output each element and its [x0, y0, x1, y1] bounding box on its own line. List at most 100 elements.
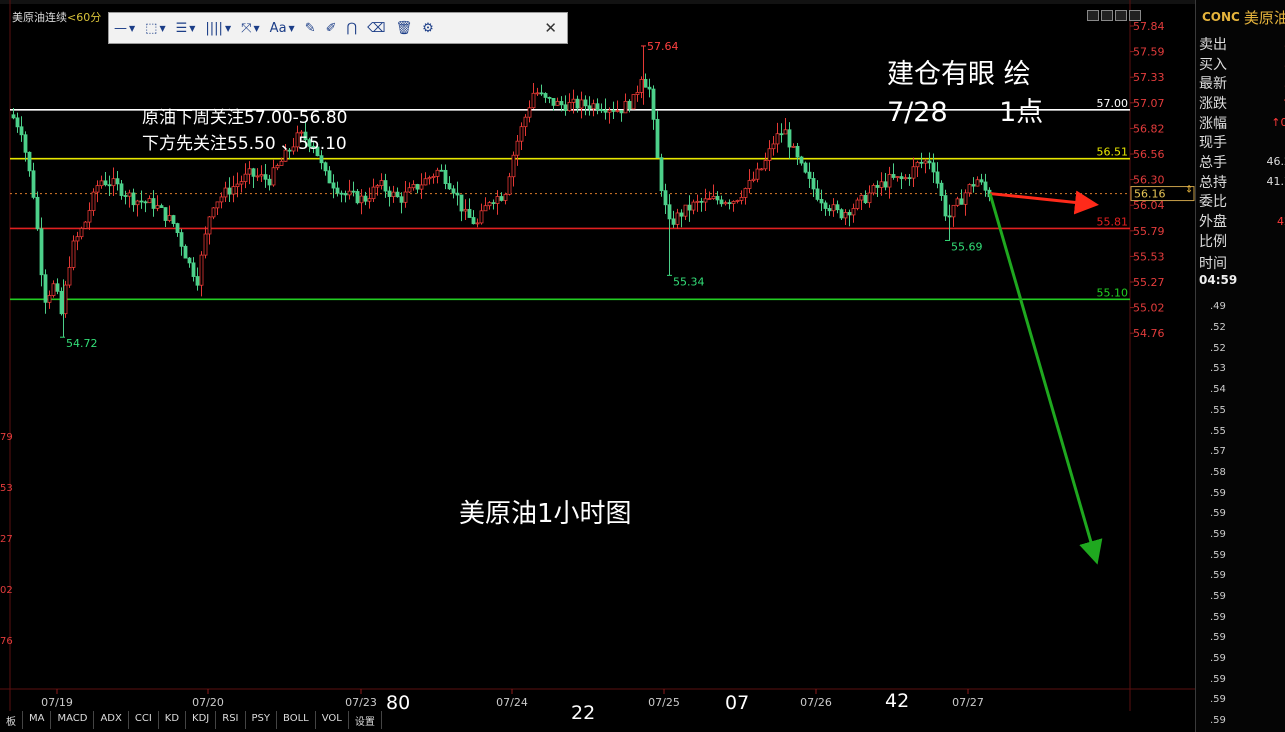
caret-down-icon: ▼ — [253, 23, 260, 33]
tick-list[interactable]: .49 .52 .52 .53 .54 .55 .55 .57 .58 .59 .59 .59 .59.… — [1196, 297, 1285, 732]
eraser-icon[interactable]: ⌫ — [362, 12, 390, 44]
candle-body — [775, 133, 780, 145]
price-axis-label: 56.04 — [1133, 199, 1165, 212]
tab-indicator[interactable]: PSY — [246, 711, 278, 729]
candle-body — [359, 195, 364, 204]
candle-body — [351, 190, 356, 193]
candle-body — [111, 178, 116, 187]
pencil-icon[interactable]: ✎ — [300, 12, 321, 44]
author-line2: 7/28 1点 — [887, 97, 1044, 128]
tick-row: .57 — [1210, 446, 1226, 458]
candle-body — [31, 170, 36, 198]
tab-indicator[interactable]: 板 — [0, 711, 23, 729]
tab-indicator[interactable]: ADX — [94, 711, 129, 729]
tick-row: .59 — [1210, 632, 1226, 644]
quote-fields: 卖出5买入5最新5涨跌↑ 涨幅 ↑0. 现手总手 46.2 总持 41.7 委比外盘 42 比例 — [1196, 34, 1285, 251]
tick-row: .59 — [1210, 591, 1226, 603]
quote-row-value: ↑0. — [1271, 116, 1285, 130]
candle-body — [239, 181, 244, 185]
candle-body — [487, 202, 492, 207]
candle-body — [15, 117, 20, 128]
candle-body — [763, 160, 768, 170]
candle-body — [323, 162, 328, 172]
candle-body — [635, 91, 640, 95]
pen-icon[interactable]: ✐ — [321, 12, 342, 44]
layout-icon[interactable] — [1087, 10, 1099, 21]
candle-body — [371, 186, 376, 200]
tick-row: .59 — [1210, 673, 1226, 685]
pattern-tool[interactable]: ⤧ ▼ — [236, 12, 265, 44]
candle-body — [839, 209, 844, 219]
price-axis-label: 55.02 — [1133, 302, 1165, 315]
maximize-icon[interactable] — [1101, 10, 1113, 21]
candle-body — [459, 194, 464, 212]
tab-indicator[interactable]: RSI — [216, 711, 246, 729]
restore-icon[interactable] — [1115, 10, 1127, 21]
candle-body — [75, 236, 80, 242]
candle-body — [335, 187, 340, 194]
close-icon[interactable]: ✕ — [534, 12, 567, 44]
period-label[interactable]: <60分 — [67, 11, 101, 24]
indicator-tabs: 板 MA MACD ADX CCI KD KDJ RSI PSY BOLL VOL 设置 — [0, 711, 382, 729]
candle-body — [823, 202, 828, 209]
price-axis-label: 57.84 — [1133, 20, 1165, 33]
candle-body — [827, 208, 832, 212]
tick-row: .55 — [1210, 425, 1226, 437]
candle-body — [875, 185, 880, 188]
tab-indicator[interactable]: KD — [159, 711, 187, 729]
quote-row: 涨幅 ↑0. — [1196, 113, 1285, 133]
candle-body — [71, 240, 76, 268]
tab-indicator[interactable]: 设置 — [349, 711, 382, 729]
candle-body — [319, 155, 324, 164]
close-window-icon[interactable] — [1129, 10, 1141, 21]
candle-body — [511, 154, 516, 178]
candle-body — [203, 233, 208, 256]
candle-body — [403, 191, 408, 203]
candle-body — [279, 160, 284, 166]
candle-body — [399, 196, 404, 203]
tab-indicator[interactable]: MACD — [51, 711, 95, 729]
tab-indicator[interactable]: CCI — [129, 711, 159, 729]
candle-body — [911, 166, 916, 179]
candle-body — [247, 168, 252, 175]
candle-body — [579, 99, 584, 109]
rect-tool[interactable]: ⬚ ▼ — [140, 12, 170, 44]
quote-row: 现手 — [1196, 132, 1285, 152]
fib-tool[interactable]: ☰ ▼ — [171, 12, 201, 44]
instrument-title[interactable]: 美原油连续<60分 — [12, 9, 101, 25]
tick-row: .59 — [1210, 487, 1226, 499]
tick-row: .59 — [1210, 549, 1226, 561]
candle-body — [859, 194, 864, 201]
line-tool[interactable]: — ▼ — [109, 12, 140, 44]
candle-body — [95, 185, 100, 193]
candle-body — [615, 110, 620, 112]
quote-row: 外盘 42 — [1196, 211, 1285, 231]
magnet-icon[interactable]: ⋂ — [342, 12, 363, 44]
candle-body — [243, 173, 248, 183]
level-label: 57.00 — [1097, 97, 1129, 110]
candle-body — [715, 195, 720, 201]
candle-body — [163, 207, 168, 221]
candle-body — [703, 198, 708, 203]
candle-body — [195, 276, 200, 286]
tab-indicator[interactable]: BOLL — [277, 711, 316, 729]
channel-tool[interactable]: |||| ▼ — [200, 12, 236, 44]
tab-indicator[interactable]: KDJ — [186, 711, 217, 729]
candle-body — [843, 212, 848, 219]
candle-body — [891, 174, 896, 178]
candle-body — [499, 196, 504, 201]
tick-row: .59 — [1210, 570, 1226, 582]
tab-indicator[interactable]: VOL — [316, 711, 349, 729]
trash-icon[interactable]: 🗑 — [391, 12, 418, 44]
candle-body — [771, 143, 776, 150]
quote-row: 卖出5 — [1196, 34, 1285, 54]
tick-row: .52 — [1210, 322, 1226, 334]
settings-icon[interactable]: ⚙ — [417, 12, 439, 44]
candle-body — [619, 110, 624, 114]
candle-body — [903, 177, 908, 180]
quote-row: 涨跌↑ — [1196, 93, 1285, 113]
text-tool[interactable]: Aa ▼ — [265, 12, 300, 44]
candle-body — [907, 177, 912, 180]
tab-indicator[interactable]: MA — [23, 711, 52, 729]
quote-row-label: 比例 — [1199, 233, 1227, 250]
